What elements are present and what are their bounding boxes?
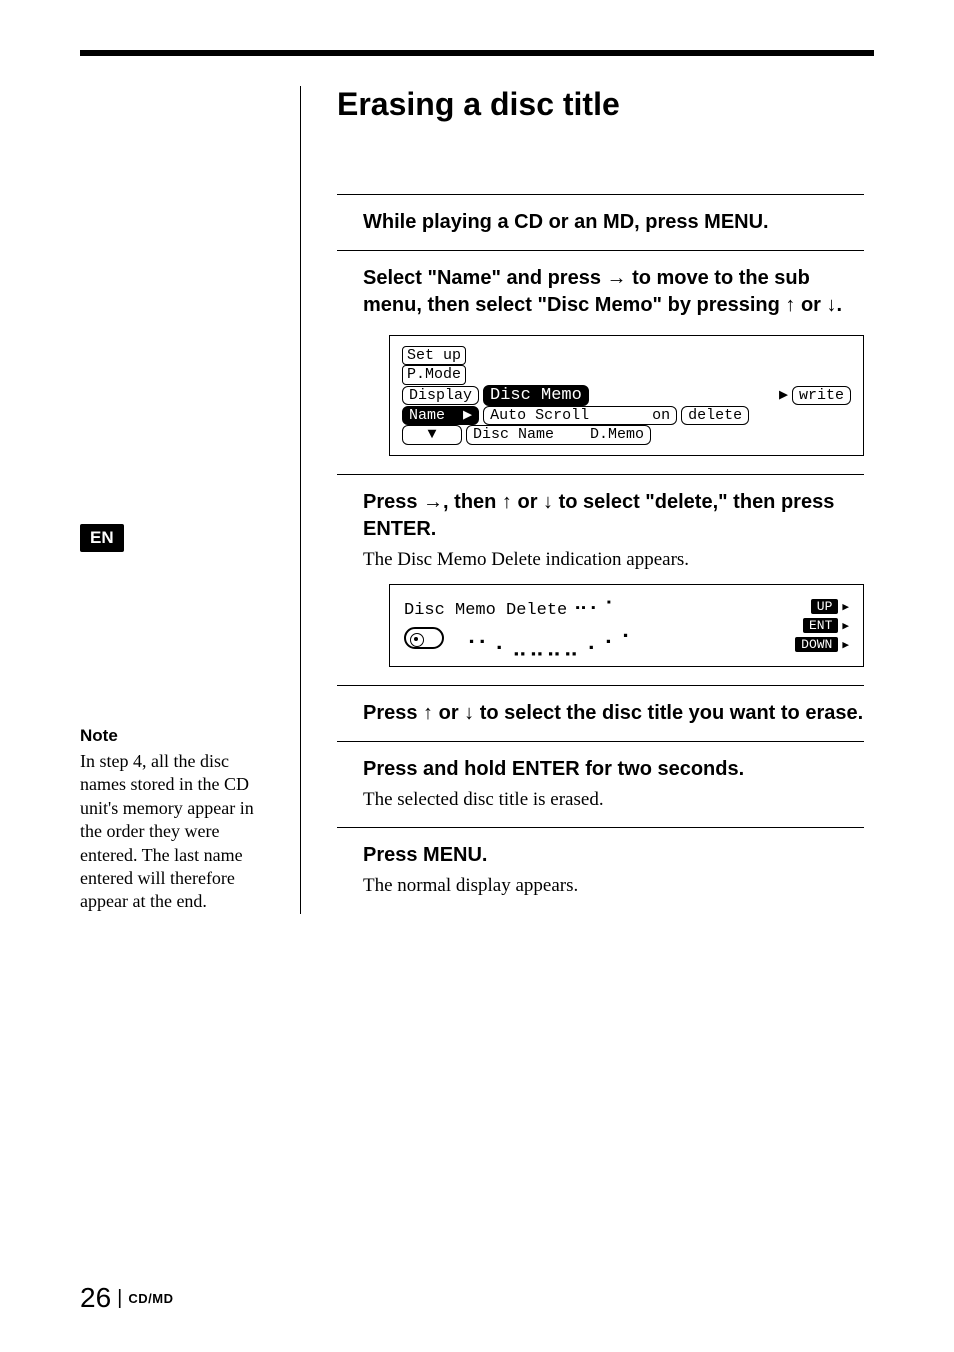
lcd-item-pmode: P.Mode: [402, 365, 466, 384]
lcd-item-delete: delete: [681, 406, 749, 425]
lcd-item-auto-scroll: Auto Scroll on: [483, 406, 677, 425]
lcd-progress-icon: ⠐⠂⠄⣀⣀⣀⣀⠠⠐⠈: [460, 632, 631, 658]
lcd-arrow-down-icon: ▼: [402, 425, 462, 444]
page-footer: 26|CD/MD: [80, 1282, 173, 1314]
lcd-busy-icon: ⠒⠂⠁: [573, 597, 620, 623]
lcd-menu-display: Set up P.Mode Display Disc Memo ▶ write …: [389, 335, 864, 456]
step-6: Press MENU. The normal display appears.: [337, 828, 864, 913]
lcd-btn-down: DOWN▶: [795, 637, 849, 652]
top-rule: [80, 50, 874, 56]
note-heading: Note: [80, 726, 276, 746]
lcd-delete-display: Disc Memo Delete⠒⠂⠁ ⠐⠂⠄⣀⣀⣀⣀⠠⠐⠈ UP▶ ENT▶ …: [389, 584, 864, 667]
lcd-btn-up: UP▶: [811, 599, 849, 614]
page-number: 26: [80, 1282, 111, 1313]
language-tab: EN: [80, 524, 124, 552]
lcd-btn-ent: ENT▶: [803, 618, 849, 633]
step-5-result: The selected disc title is erased.: [363, 787, 864, 813]
step-1-instruction: While playing a CD or an MD, press MENU.: [363, 209, 864, 236]
step-1: While playing a CD or an MD, press MENU.: [337, 195, 864, 251]
step-6-instruction: Press MENU.: [363, 842, 864, 869]
step-2: Select "Name" and press → to move to the…: [337, 251, 864, 475]
lcd-item-disc-name: Disc Name D.Memo: [466, 425, 651, 444]
step-4: Press ↑ or ↓ to select the disc title yo…: [337, 686, 864, 742]
right-arrow-icon: ▶: [842, 619, 849, 633]
section-label: CD/MD: [128, 1291, 173, 1306]
disc-icon: [404, 627, 444, 649]
step-6-result: The normal display appears.: [363, 873, 864, 899]
right-arrow-icon: ▶: [842, 600, 849, 614]
lcd-item-disc-memo: Disc Memo: [483, 385, 589, 407]
lcd-item-setup: Set up: [402, 346, 466, 365]
lcd-arrow-right-icon: ▶: [779, 387, 788, 404]
lcd-delete-text: Disc Memo Delete: [404, 601, 567, 620]
page-title: Erasing a disc title: [337, 86, 864, 123]
step-5-instruction: Press and hold ENTER for two seconds.: [363, 756, 864, 783]
right-arrow-icon: ▶: [842, 638, 849, 652]
note-block: Note In step 4, all the disc names store…: [80, 726, 276, 914]
step-3: Press →, then ↑ or ↓ to select "delete,"…: [337, 475, 864, 687]
lcd-item-display: Display: [402, 386, 479, 405]
step-4-instruction: Press ↑ or ↓ to select the disc title yo…: [363, 700, 864, 727]
lcd-item-name: Name ▶: [402, 406, 479, 425]
step-3-result: The Disc Memo Delete indication appears.: [363, 547, 864, 573]
lcd-item-write: write: [792, 386, 851, 405]
step-2-instruction: Select "Name" and press → to move to the…: [363, 265, 864, 319]
step-3-instruction: Press →, then ↑ or ↓ to select "delete,"…: [363, 489, 864, 543]
note-body: In step 4, all the disc names stored in …: [80, 750, 276, 914]
step-5: Press and hold ENTER for two seconds. Th…: [337, 742, 864, 828]
